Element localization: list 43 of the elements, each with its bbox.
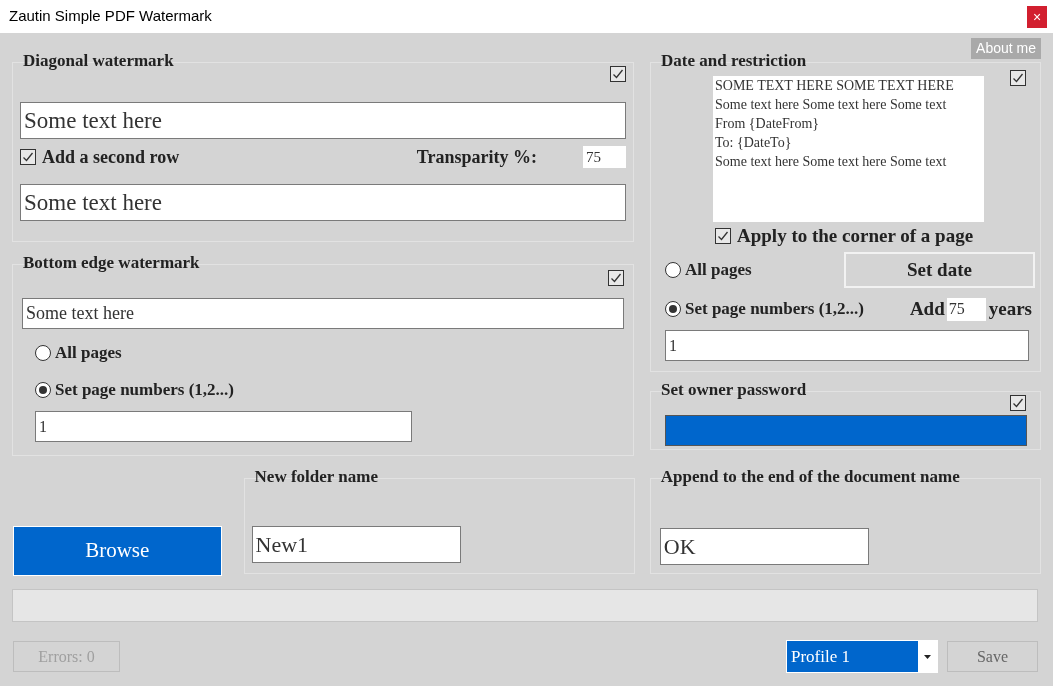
checkbox[interactable] [1010, 70, 1026, 86]
years-label: years [988, 296, 1032, 321]
radio-label[interactable]: All pages [685, 257, 752, 283]
template-text-field[interactable]: SOME TEXT HERE SOME TEXT HERE Some text here Some text here Some text From {DateFrom} To: {DateTo} Some text here Some text here Some text [713, 76, 984, 222]
radio-button[interactable] [665, 262, 681, 278]
add-label: Add [909, 296, 945, 321]
text-field[interactable]: Some text here [20, 102, 626, 139]
radio-label[interactable]: Set page numbers (1,2...) [685, 296, 864, 322]
group-title: Bottom edge watermark [23, 253, 200, 273]
text-field[interactable]: 1 [35, 411, 412, 442]
text-field[interactable]: Some text here [22, 298, 624, 329]
group-title: Set owner password [661, 380, 807, 400]
text-field[interactable]: 1 [665, 330, 1029, 361]
checkbox[interactable] [20, 149, 36, 165]
radio-label[interactable]: Set page numbers (1,2...) [55, 377, 234, 403]
radio-button[interactable] [35, 345, 51, 361]
checkbox[interactable] [610, 66, 626, 82]
radio-label[interactable]: All pages [55, 340, 122, 366]
checkbox[interactable] [715, 228, 731, 244]
profile-dropdown[interactable]: Profile 1 [786, 640, 938, 673]
password-field[interactable] [665, 415, 1027, 446]
checkbox-label[interactable]: Apply to the corner of a page [737, 221, 974, 251]
checkbox[interactable] [1010, 395, 1026, 411]
checkbox[interactable] [608, 270, 624, 286]
save-button[interactable]: Save [947, 641, 1038, 672]
group-title: Append to the end of the document name [660, 467, 960, 487]
checkbox-label[interactable]: Add a second row [42, 143, 180, 171]
transparency-field[interactable]: 75 [583, 146, 626, 168]
set-date-button[interactable]: Set date [844, 252, 1035, 288]
dropdown-arrow-icon [924, 654, 931, 659]
radio-button[interactable] [665, 301, 681, 317]
group-title: Date and restriction [661, 51, 807, 71]
close-button[interactable]: × [1027, 5, 1047, 28]
radio-button[interactable] [35, 382, 51, 398]
window-title: Zautin Simple PDF Watermark [9, 6, 212, 27]
browse-button[interactable]: Browse [13, 526, 222, 576]
text-field[interactable]: New1 [251, 526, 461, 563]
group-title: New folder name [254, 467, 378, 487]
text-field[interactable]: OK [659, 528, 869, 565]
years-field[interactable]: 75 [946, 297, 986, 321]
group-title: Diagonal watermark [23, 51, 174, 71]
text-field[interactable]: Some text here [20, 184, 626, 221]
transparency-label: Transparity %: [416, 145, 537, 169]
